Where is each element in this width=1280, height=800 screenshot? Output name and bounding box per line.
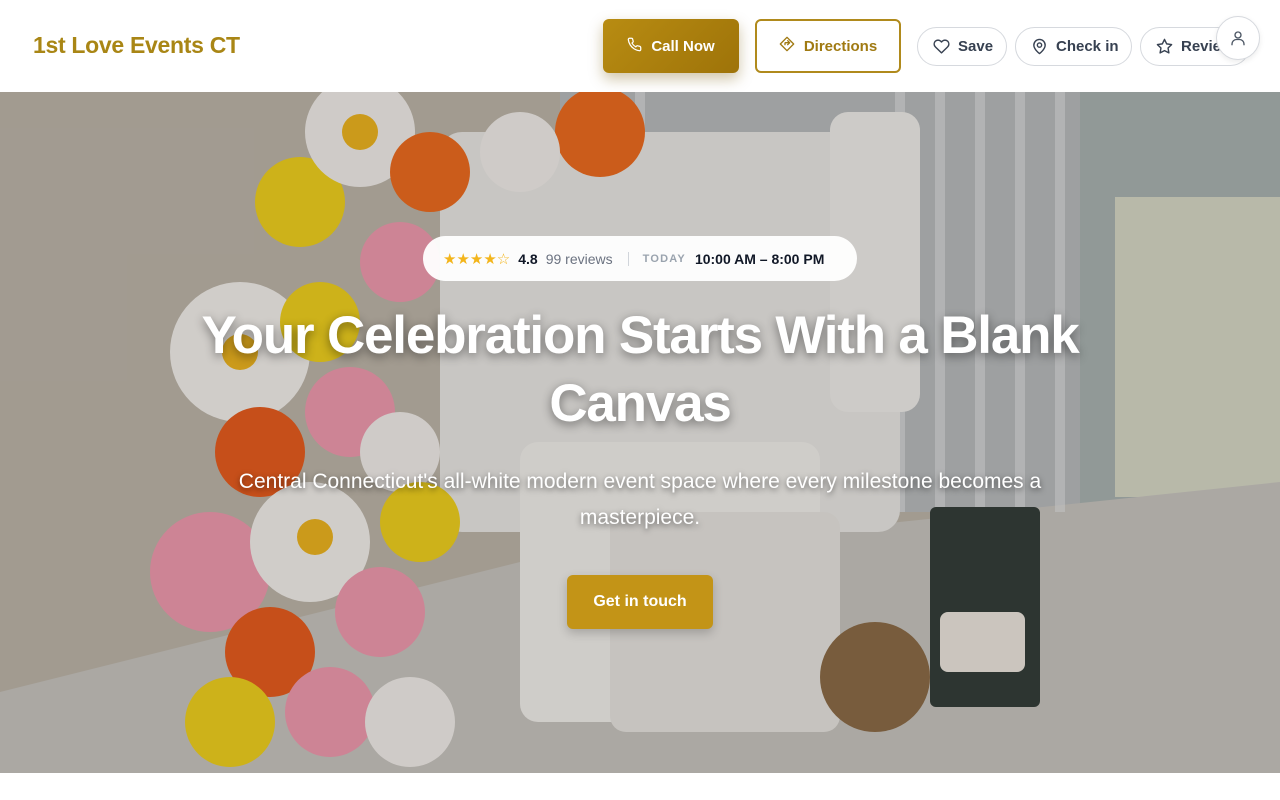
- location-pin-icon: [1031, 38, 1048, 55]
- save-label: Save: [958, 38, 994, 55]
- hero-subtitle: Central Connecticut's all-white modern e…: [238, 470, 1042, 529]
- directions-icon: [779, 36, 795, 56]
- check-in-button[interactable]: Check in: [1015, 27, 1132, 66]
- star-rating-icons: ★★★★☆: [443, 250, 511, 268]
- heart-icon: [933, 38, 950, 55]
- directions-label: Directions: [803, 37, 878, 55]
- call-now-button[interactable]: Call Now: [603, 19, 739, 73]
- rating-value: 4.8: [518, 250, 538, 267]
- today-label: TODAY: [642, 252, 686, 265]
- directions-button[interactable]: Directions: [755, 19, 901, 73]
- account-button[interactable]: [1216, 16, 1260, 60]
- hero-title: Your Celebration Starts With a Blank Can…: [201, 306, 1079, 433]
- badge-divider: [627, 251, 629, 266]
- opening-hours: 10:00 AM – 8:00 PM: [694, 250, 825, 267]
- phone-icon: [627, 37, 642, 56]
- user-icon: [1229, 29, 1247, 47]
- get-in-touch-button[interactable]: Get in touch: [567, 575, 713, 629]
- brand-name[interactable]: 1st Love Events CT: [33, 32, 240, 59]
- hero-section: ★★★★☆ 4.8 99 reviews TODAY 10:00 AM – 8:…: [0, 92, 1280, 773]
- save-button[interactable]: Save: [917, 27, 1007, 66]
- review-count[interactable]: 99 reviews: [546, 251, 613, 267]
- check-in-label: Check in: [1056, 38, 1119, 55]
- star-icon: [1156, 38, 1173, 55]
- site-header: 1st Love Events CT Call Now Directions S…: [0, 0, 1280, 92]
- rating-hours-badge: ★★★★☆ 4.8 99 reviews TODAY 10:00 AM – 8:…: [423, 236, 857, 281]
- call-now-label: Call Now: [651, 37, 715, 55]
